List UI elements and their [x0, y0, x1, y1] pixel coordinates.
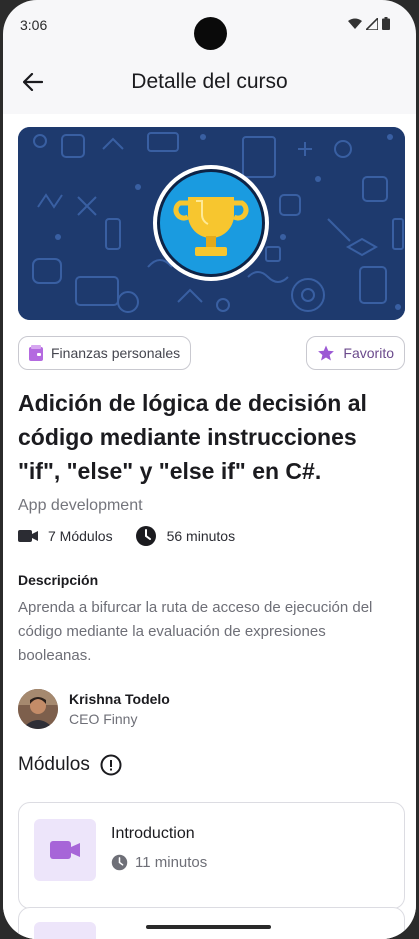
description-text: Aprenda a bifurcar la ruta de acceso de …	[18, 599, 373, 664]
video-camera-icon	[18, 530, 38, 542]
course-meta: 7 Módulos 56 minutos	[18, 525, 257, 547]
info-circle-icon[interactable]	[100, 754, 122, 776]
module-name: Introduction	[111, 825, 195, 842]
status-bar: 3:06	[3, 0, 416, 52]
course-duration-label: 56 minutos	[166, 528, 236, 544]
course-banner	[18, 127, 405, 320]
wifi-icon	[348, 18, 362, 29]
clock-icon	[135, 526, 156, 546]
module-duration: 11 minutos	[111, 854, 207, 871]
modules-count: 7 Módulos	[18, 528, 113, 544]
course-detail-content[interactable]: Finanzas personales Favorito Adición de …	[3, 114, 416, 939]
description-label: Descripción	[18, 572, 99, 588]
module-duration-label: 11 minutos	[135, 854, 208, 871]
modules-title: Módulos	[18, 754, 90, 775]
wallet-icon	[29, 345, 43, 361]
module-card[interactable]: Introduction 11 minutos	[18, 802, 405, 909]
course-chips: Finanzas personales Favorito	[18, 336, 405, 372]
signal-icon	[366, 17, 378, 30]
modules-header: Módulos	[18, 754, 122, 776]
module-thumbnail	[34, 819, 96, 881]
module-thumbnail	[34, 922, 96, 939]
course-title: Adición de lógica de decisión al código …	[18, 390, 367, 484]
status-icons	[348, 17, 390, 30]
banner-pattern	[18, 127, 405, 320]
avatar	[18, 689, 58, 729]
app-bar: Detalle del curso	[3, 52, 416, 114]
course-duration: 56 minutos	[135, 525, 235, 547]
author-name: Krishna Todelo	[69, 691, 170, 707]
author-role: CEO Finny	[69, 711, 138, 727]
module-card-partial[interactable]	[18, 907, 405, 939]
status-time: 3:06	[20, 17, 48, 33]
clock-icon	[111, 854, 128, 871]
star-icon	[318, 345, 335, 361]
battery-icon	[382, 17, 390, 30]
author-info: Krishna Todelo CEO Finny	[69, 691, 170, 727]
camera-notch	[194, 17, 227, 50]
page-title: Detalle del curso	[131, 70, 288, 93]
category-chip-label: Finanzas personales	[51, 345, 181, 361]
category-chip[interactable]: Finanzas personales	[18, 336, 192, 370]
video-camera-icon	[50, 841, 80, 859]
phone-screen: 3:06 Detalle del curso Finanzas personal…	[3, 0, 416, 939]
home-indicator[interactable]	[146, 925, 271, 929]
favorite-chip[interactable]: Favorito	[306, 336, 405, 370]
modules-count-label: 7 Módulos	[48, 528, 113, 544]
favorite-chip-label: Favorito	[343, 345, 394, 361]
author[interactable]: Krishna Todelo CEO Finny	[18, 688, 170, 730]
course-category: App development	[18, 497, 143, 514]
